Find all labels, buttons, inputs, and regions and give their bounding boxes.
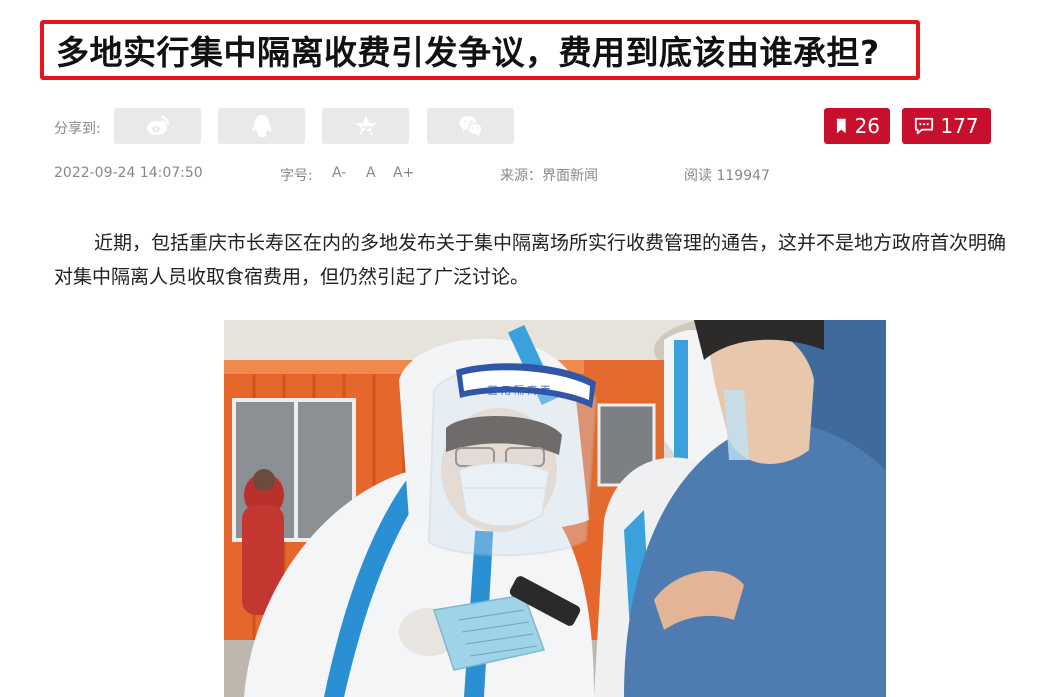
share-weibo-button[interactable] [114,108,201,144]
publish-datetime: 2022-09-24 14:07:50 [54,165,203,181]
comment-icon [915,117,934,135]
comment-button[interactable]: 177 [902,108,991,144]
share-wechat-button[interactable] [427,108,514,144]
font-larger-button[interactable]: A+ [393,165,414,181]
share-label: 分享到: [54,121,101,137]
article-body-paragraph: 近期，包括重庆市长寿区在内的多地发布关于集中隔离场所实行收费管理的通告，这并不是… [54,232,1007,288]
article-title-box: 多地实行集中隔离收费引发争议，费用到底该由谁承担? [40,20,920,80]
qq-icon [252,115,271,137]
bookmark-count: 26 [854,114,880,138]
comment-count: 177 [940,114,979,138]
read-count: 阅读 119947 [684,168,770,184]
share-qq-button[interactable] [218,108,305,144]
font-smaller-button[interactable]: A- [332,165,346,181]
weibo-icon [146,115,169,135]
share-bar: 分享到: 26 177 [54,108,994,146]
article-title: 多地实行集中隔离收费引发争议，费用到底该由谁承担? [56,33,880,72]
share-qzone-button[interactable] [322,108,409,144]
font-size-label: 字号: [280,168,313,184]
article-photo-illustration: 医 用 隔 离 面 [224,320,886,697]
font-normal-button[interactable]: A [366,165,376,181]
article-photo: 医 用 隔 离 面 [224,320,886,697]
bookmark-button[interactable]: 26 [824,108,890,144]
article-meta: 2022-09-24 14:07:50 字号: A- A A+ 来源：界面新闻 … [54,165,954,185]
headband-text: 医 用 隔 离 面 [488,384,551,397]
qzone-star-icon [354,115,377,136]
article-source: 来源：界面新闻 [500,168,598,184]
wechat-icon [459,116,483,136]
bookmark-icon [836,118,846,134]
